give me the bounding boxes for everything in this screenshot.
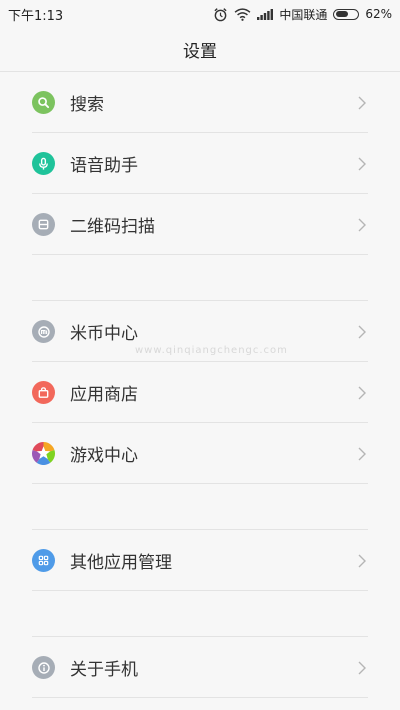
settings-item-about-phone[interactable]: 关于手机 xyxy=(0,637,400,698)
settings-item-game-center[interactable]: 游戏中心 xyxy=(0,423,400,484)
grid-icon xyxy=(32,549,55,572)
settings-item-app-store[interactable]: 应用商店 xyxy=(0,362,400,423)
settings-item-voice-assistant[interactable]: 语音助手 xyxy=(0,133,400,194)
watermark: www.qinqiangchengc.com xyxy=(135,345,288,356)
chevron-right-icon xyxy=(358,661,366,674)
settings-item-label: 米币中心 xyxy=(70,324,138,344)
battery-percent: 62% xyxy=(365,7,392,21)
settings-item-search[interactable]: 搜索 xyxy=(0,72,400,133)
status-bar: 下午1:13 中国联通 62% xyxy=(0,0,400,28)
settings-item-qr-scan[interactable]: 二维码扫描 xyxy=(0,194,400,255)
search-icon xyxy=(32,91,55,114)
settings-item-label: 关于手机 xyxy=(70,660,138,680)
microphone-icon xyxy=(32,152,55,175)
status-time: 下午1:13 xyxy=(8,8,64,24)
wifi-icon xyxy=(234,7,251,21)
settings-list: 搜索 语音助手 二维码扫描 米币中心 应用商店 游戏中心 其他应用管理 关于手机 xyxy=(0,72,400,698)
chevron-right-icon xyxy=(358,96,366,109)
group-spacer xyxy=(0,591,400,637)
settings-item-label: 应用商店 xyxy=(70,385,138,405)
carrier-name: 中国联通 xyxy=(279,7,328,22)
chevron-right-icon xyxy=(358,386,366,399)
status-indicators: 中国联通 62% xyxy=(213,6,392,23)
battery-icon xyxy=(333,8,360,20)
settings-item-label: 搜索 xyxy=(70,95,104,115)
settings-item-label: 语音助手 xyxy=(70,156,138,176)
settings-item-label: 游戏中心 xyxy=(70,446,138,466)
mi-coin-icon xyxy=(32,320,55,343)
chevron-right-icon xyxy=(358,325,366,338)
settings-item-label: 二维码扫描 xyxy=(70,217,155,237)
info-icon xyxy=(32,656,55,679)
page-title: 设置 xyxy=(183,42,217,62)
group-spacer xyxy=(0,255,400,301)
settings-item-other-app-management[interactable]: 其他应用管理 xyxy=(0,530,400,591)
chevron-right-icon xyxy=(358,554,366,567)
settings-item-label: 其他应用管理 xyxy=(70,553,172,573)
group-spacer xyxy=(0,484,400,530)
header: 设置 xyxy=(0,28,400,72)
signal-icon xyxy=(257,8,274,20)
shopping-bag-icon xyxy=(32,381,55,404)
divider xyxy=(32,697,368,698)
chevron-right-icon xyxy=(358,157,366,170)
alarm-icon xyxy=(213,7,228,22)
chevron-right-icon xyxy=(358,447,366,460)
qr-scan-icon xyxy=(32,213,55,236)
star-icon xyxy=(32,442,55,465)
chevron-right-icon xyxy=(358,218,366,231)
